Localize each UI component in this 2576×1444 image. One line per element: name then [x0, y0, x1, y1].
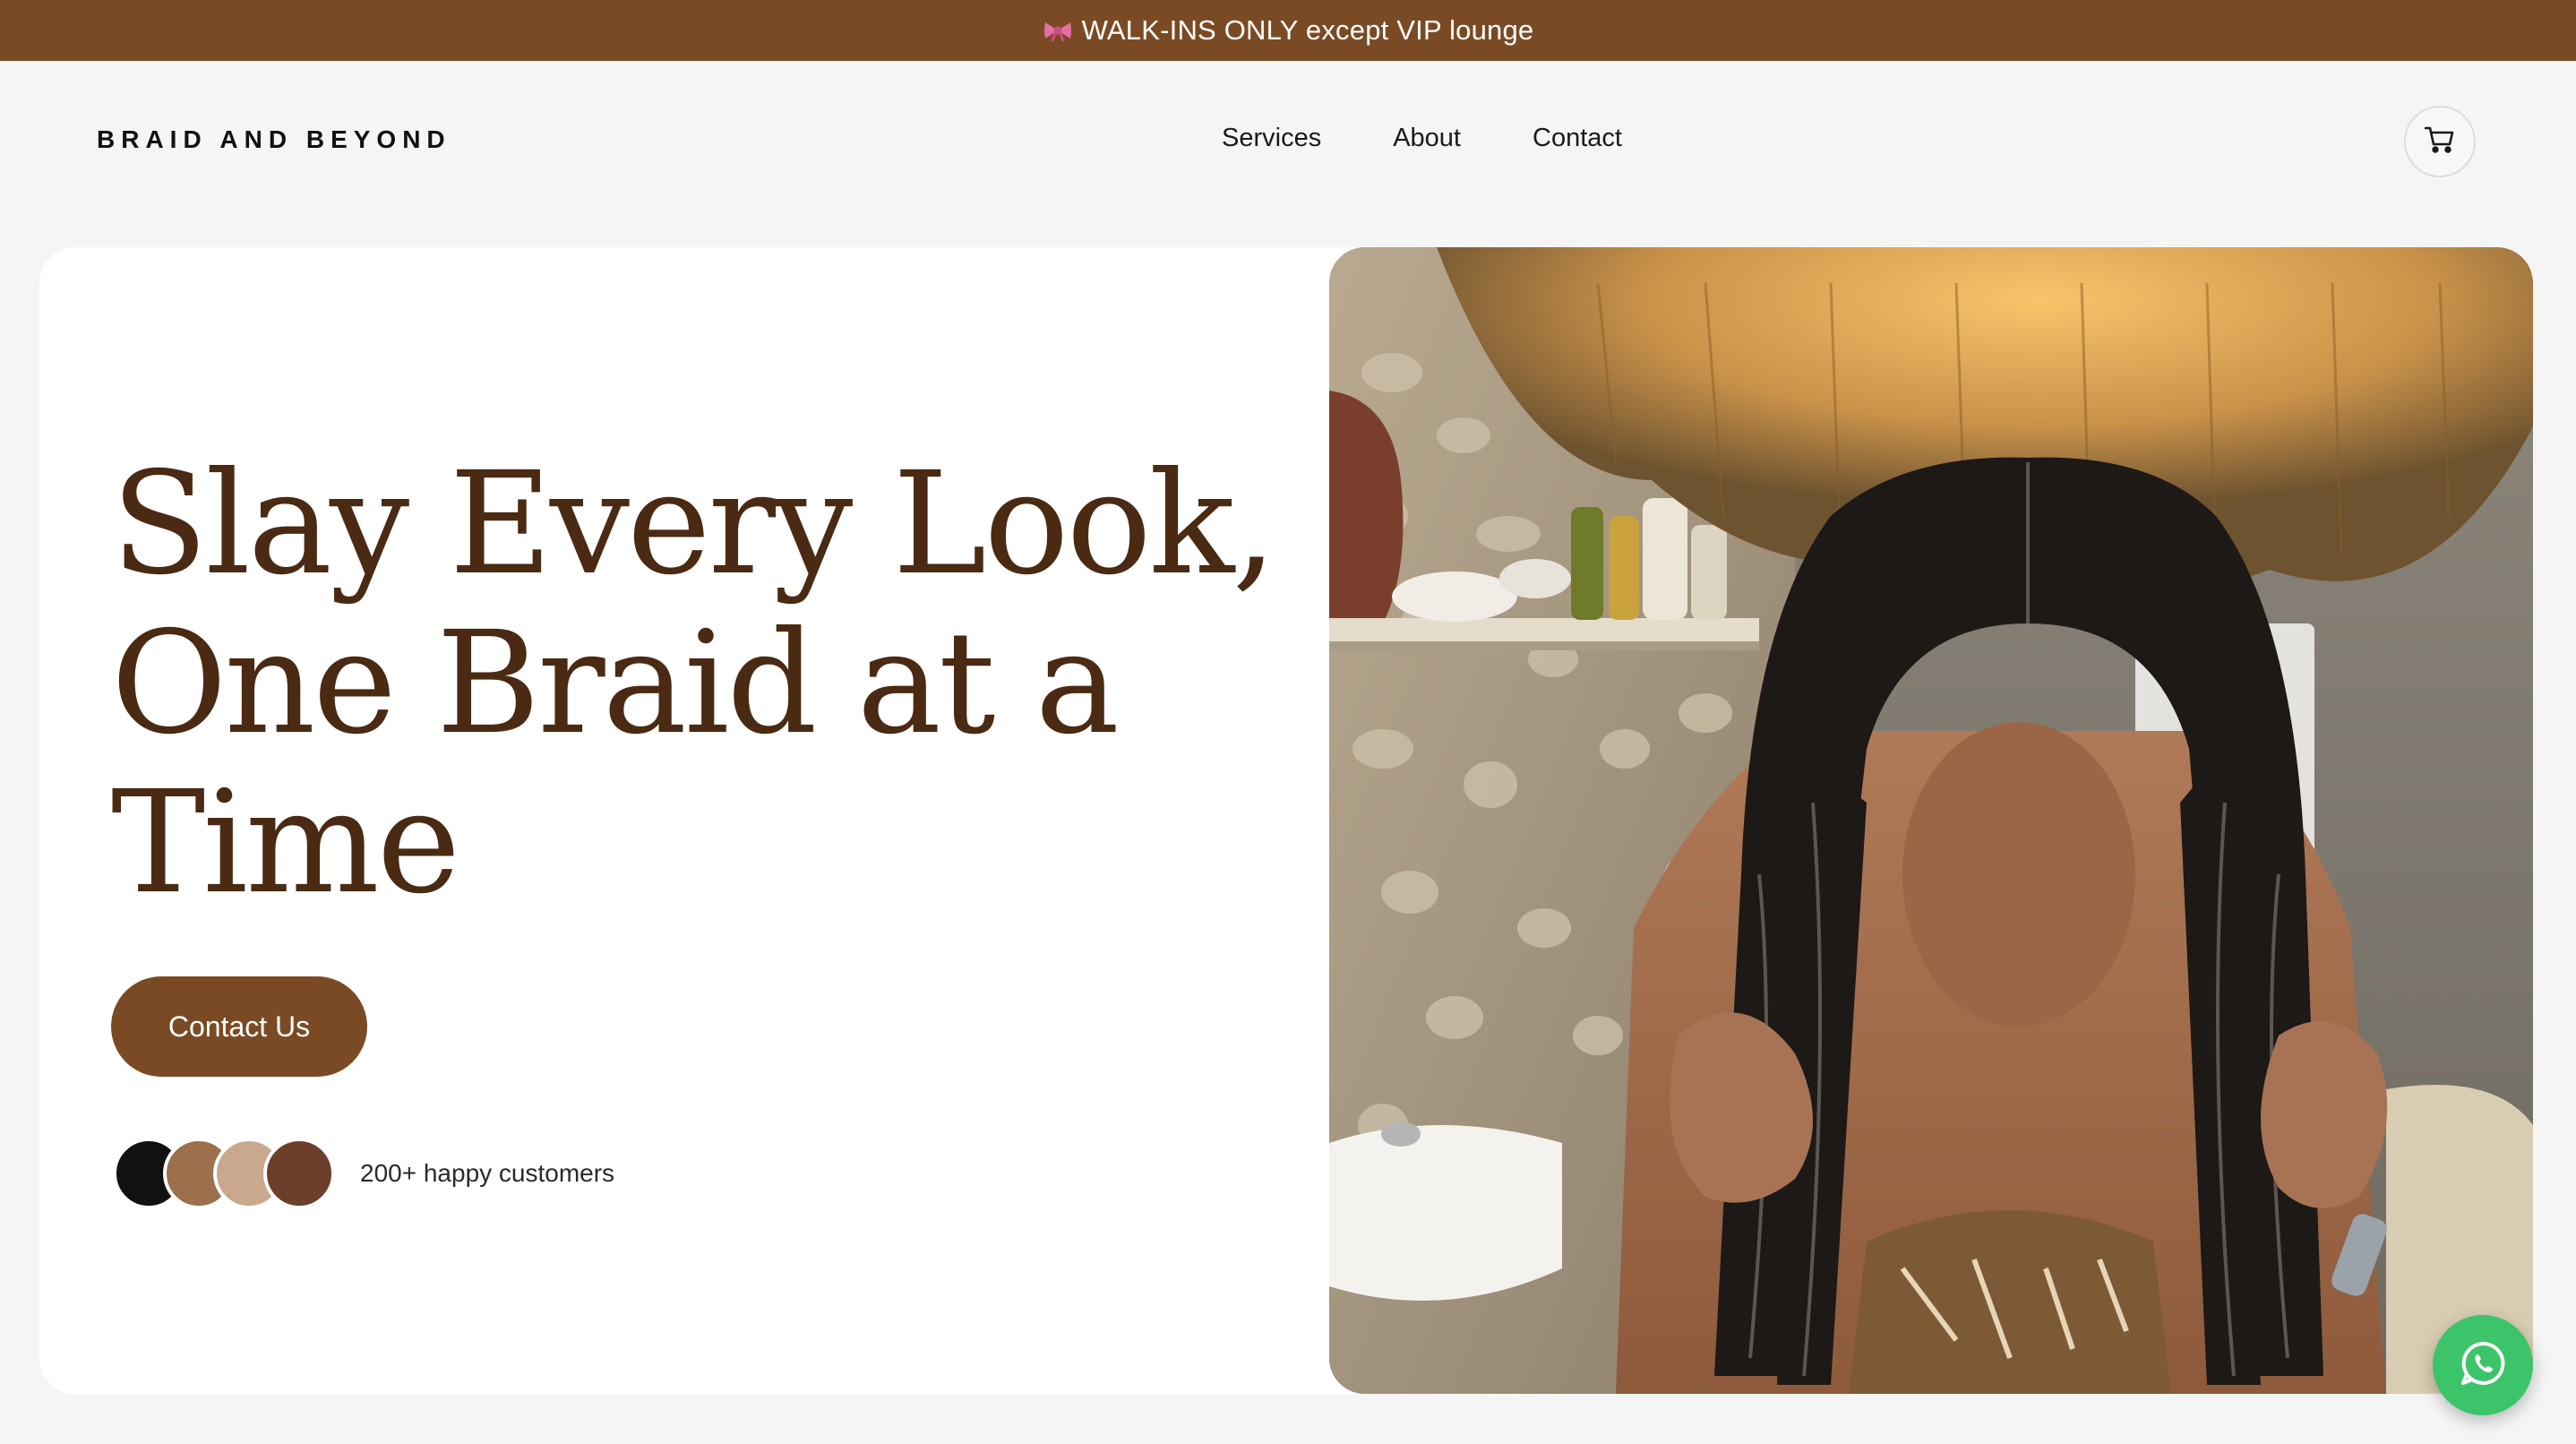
- announcement-bar: WALK-INS ONLY except VIP lounge: [0, 0, 2576, 61]
- social-proof: 200+ happy customers: [113, 1138, 614, 1209]
- nav-link-contact[interactable]: Contact: [1533, 124, 1622, 153]
- hero-headline: Slay Every Look, One Braid at a Time: [111, 442, 1277, 925]
- site-header: BRAID AND BEYOND Services About Contact: [0, 61, 2576, 217]
- nav-link-services[interactable]: Services: [1222, 124, 1321, 153]
- avatar: [263, 1138, 335, 1209]
- nav-link-about[interactable]: About: [1393, 124, 1461, 153]
- brand-logo[interactable]: BRAID AND BEYOND: [97, 125, 451, 154]
- announcement-text: WALK-INS ONLY except VIP lounge: [1081, 14, 1534, 46]
- headline-line-3: Time: [111, 761, 460, 925]
- salon-hero-photo: [1329, 247, 2533, 1394]
- hero-section: Slay Every Look, One Braid at a Time Con…: [39, 247, 2533, 1394]
- main-nav: Services About Contact: [1222, 124, 1622, 153]
- whatsapp-chat-button[interactable]: [2433, 1315, 2533, 1415]
- happy-customers-text: 200+ happy customers: [360, 1159, 615, 1187]
- contact-us-button[interactable]: Contact Us: [111, 976, 367, 1077]
- ribbon-bow-icon: [1043, 19, 1073, 42]
- customer-avatars: [113, 1138, 335, 1209]
- headline-line-2: One Braid at a: [111, 601, 1120, 766]
- whatsapp-icon: [2458, 1338, 2508, 1393]
- shopping-cart-icon: [2424, 125, 2456, 159]
- cart-button[interactable]: [2404, 106, 2476, 177]
- headline-line-1: Slay Every Look,: [111, 442, 1277, 606]
